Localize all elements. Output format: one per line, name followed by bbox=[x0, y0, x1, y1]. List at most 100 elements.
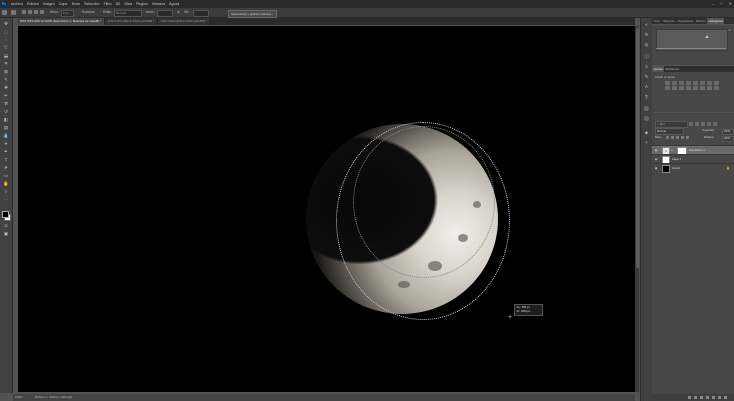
document-info[interactable]: 6240 px x 4160 px (300 ppi) bbox=[35, 394, 72, 401]
menu-texto[interactable]: Texto bbox=[71, 0, 80, 8]
filter-smart-icon[interactable] bbox=[713, 121, 717, 126]
marquee-tool-icon[interactable]: ◌ bbox=[3, 37, 9, 42]
scrollbar-thumb[interactable] bbox=[635, 28, 639, 268]
tab-document-3[interactable]: DSC7153-HDR al 100% (RGB/8) * bbox=[158, 18, 212, 25]
eraser-tool-icon[interactable]: ◧ bbox=[3, 117, 9, 122]
color-wheel-icon[interactable] bbox=[644, 106, 649, 111]
tab-muestras[interactable]: Muestras bbox=[662, 18, 677, 24]
photoshop-logo[interactable]: Ps bbox=[1, 1, 7, 7]
new-adjustment-icon[interactable] bbox=[706, 396, 709, 399]
brightness-icon[interactable] bbox=[665, 81, 670, 85]
visibility-eye-icon[interactable]: ◉ bbox=[654, 148, 658, 152]
frame-tool-icon[interactable]: ⊠ bbox=[3, 69, 9, 74]
subtract-selection-icon[interactable] bbox=[34, 10, 38, 14]
menu-plugins[interactable]: Plugins bbox=[136, 0, 148, 8]
opacity-input[interactable]: 100% bbox=[722, 128, 734, 135]
clone-stamp-icon[interactable]: ⚒ bbox=[3, 101, 9, 106]
menu-vista[interactable]: Vista bbox=[124, 0, 132, 8]
rectangle-tool-icon[interactable]: ▭ bbox=[3, 173, 9, 178]
invert-icon[interactable] bbox=[686, 86, 691, 90]
exposure-icon[interactable] bbox=[686, 81, 691, 85]
maximize-button[interactable]: □ bbox=[720, 0, 722, 8]
character-icon[interactable]: A bbox=[644, 84, 649, 89]
intersect-selection-icon[interactable] bbox=[40, 10, 44, 14]
close-button[interactable]: ✕ bbox=[729, 0, 732, 8]
threshold-icon[interactable] bbox=[700, 86, 705, 90]
layer-thumbnail[interactable] bbox=[662, 165, 670, 173]
filter-type-icon[interactable] bbox=[701, 121, 705, 126]
menu-ayuda[interactable]: Ayuda bbox=[169, 0, 179, 8]
selective-color-icon[interactable] bbox=[714, 86, 719, 90]
paragraph-icon[interactable]: ¶ bbox=[644, 94, 649, 99]
select-and-mask-button[interactable]: Seleccionar y aplicar máscara... bbox=[228, 9, 277, 18]
hand-tool-icon[interactable]: ✋ bbox=[3, 181, 9, 186]
healing-brush-icon[interactable]: ✚ bbox=[3, 85, 9, 90]
home-icon[interactable] bbox=[2, 10, 7, 15]
more-tools-icon[interactable]: ··· bbox=[3, 197, 9, 202]
visibility-eye-icon[interactable]: ◉ bbox=[654, 157, 658, 161]
crop-tool-icon[interactable]: ⌗ bbox=[3, 61, 9, 66]
brush-tool-icon[interactable]: ✏ bbox=[3, 93, 9, 98]
glyphs-icon[interactable]: ✧ bbox=[644, 140, 649, 145]
fill-input[interactable]: 100% bbox=[722, 135, 734, 142]
style-select[interactable]: Normal bbox=[114, 10, 142, 17]
layer-row-fondo[interactable]: ◉ Fondo 🔒 bbox=[652, 163, 734, 173]
marquee-preset-icon[interactable] bbox=[11, 10, 16, 15]
menu-archivo[interactable]: Archivo bbox=[11, 0, 23, 8]
layer-name[interactable]: Exposición 1 bbox=[689, 146, 705, 154]
color-lookup-icon[interactable] bbox=[679, 86, 684, 90]
menu-edicion[interactable]: Edición bbox=[27, 0, 39, 8]
menu-seleccion[interactable]: Selección bbox=[84, 0, 100, 8]
lock-artboard-icon[interactable] bbox=[681, 136, 684, 139]
layer-row-capa-1[interactable]: ◉ Capa 1 bbox=[652, 154, 734, 164]
new-selection-icon[interactable] bbox=[22, 10, 26, 14]
tab-color[interactable]: Color bbox=[652, 18, 662, 24]
posterize-icon[interactable] bbox=[693, 86, 698, 90]
levels-icon[interactable] bbox=[672, 81, 677, 85]
lock-all-icon[interactable] bbox=[686, 136, 689, 139]
blend-mode-select[interactable]: Normal bbox=[655, 128, 684, 135]
tab-document-1[interactable]: DSC7153-HDR al 100% (Exposición 1, Másca… bbox=[17, 18, 106, 25]
lock-transparent-icon[interactable] bbox=[666, 136, 669, 139]
eyedropper-icon[interactable]: ✎ bbox=[3, 77, 9, 82]
menu-ventana[interactable]: Ventana bbox=[152, 0, 165, 8]
layer-filter-input[interactable]: ⌕ Tipo bbox=[655, 121, 688, 128]
tab-histograma[interactable]: Histograma bbox=[707, 18, 725, 24]
gradient-map-icon[interactable] bbox=[707, 86, 712, 90]
link-layers-icon[interactable] bbox=[688, 396, 691, 399]
menu-filtro[interactable]: Filtro bbox=[104, 0, 112, 8]
layer-name[interactable]: Fondo bbox=[672, 164, 680, 172]
info-icon[interactable]: ⓘ bbox=[644, 54, 649, 59]
gradient-tool-icon[interactable]: ▤ bbox=[3, 125, 9, 130]
height-input[interactable] bbox=[193, 10, 209, 17]
screen-mode-icon[interactable]: ▣ bbox=[3, 231, 9, 236]
lasso-tool-icon[interactable]: ➰ bbox=[3, 45, 9, 50]
visibility-eye-icon[interactable]: ◉ bbox=[654, 166, 658, 170]
antialias-checkbox[interactable]: Suavizar bbox=[82, 8, 95, 17]
add-mask-icon[interactable] bbox=[700, 396, 703, 399]
minimize-button[interactable]: – bbox=[712, 0, 714, 8]
artboard-tool-icon[interactable]: ⬚ bbox=[3, 29, 9, 34]
color-balance-icon[interactable] bbox=[707, 81, 712, 85]
navigator-icon[interactable]: ◎ bbox=[644, 42, 649, 47]
history-icon[interactable]: ↻ bbox=[644, 32, 649, 37]
filter-adjustment-icon[interactable] bbox=[695, 121, 699, 126]
feather-input[interactable]: 0 px bbox=[61, 10, 74, 17]
layer-comps-icon[interactable]: ◈ bbox=[644, 130, 649, 135]
menu-imagen[interactable]: Imagen bbox=[43, 0, 55, 8]
pen-tool-icon[interactable]: ✒ bbox=[3, 149, 9, 154]
lock-position-icon[interactable] bbox=[676, 136, 679, 139]
quick-mask-icon[interactable]: ◘ bbox=[3, 223, 9, 228]
blur-tool-icon[interactable]: 💧 bbox=[3, 133, 9, 138]
filter-shape-icon[interactable] bbox=[707, 121, 711, 126]
menu-3d[interactable]: 3D bbox=[116, 0, 121, 8]
tab-document-2[interactable]: DSC7157-HDR al 100% (RGB/8) * bbox=[105, 18, 159, 25]
tab-degradados[interactable]: Degradados bbox=[676, 18, 694, 24]
vibrance-icon[interactable] bbox=[693, 81, 698, 85]
path-select-icon[interactable]: ➤ bbox=[3, 165, 9, 170]
menu-capa[interactable]: Capa bbox=[59, 0, 68, 8]
document-canvas[interactable]: An.: 380 px Al.: 3648 px + bbox=[18, 26, 635, 392]
history-brush-icon[interactable]: ↺ bbox=[3, 109, 9, 114]
hue-saturation-icon[interactable] bbox=[700, 81, 705, 85]
cache-warning-icon[interactable]: ⚠ bbox=[728, 28, 731, 32]
